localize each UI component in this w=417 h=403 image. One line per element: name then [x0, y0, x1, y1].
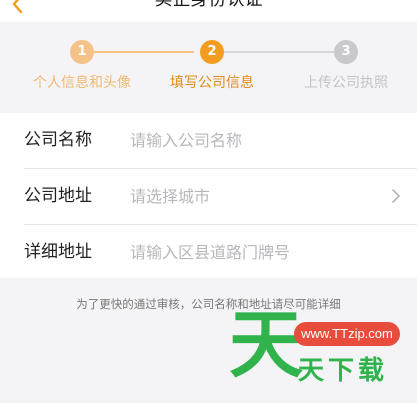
company-name-label: 公司名称: [24, 130, 92, 150]
step-2-circle: 2: [200, 40, 224, 64]
step-1-circle: 1: [70, 40, 94, 64]
step-3-label: 上传公司执照: [304, 75, 388, 91]
step-1-label: 个人信息和头像: [33, 75, 131, 91]
company-address-label: 公司地址: [24, 186, 92, 206]
progress-stepper: 1 2 3 个人信息和头像 填写公司信息 上传公司执照: [0, 22, 417, 108]
detail-address-row: 详细地址: [0, 225, 417, 280]
detail-address-input[interactable]: [130, 237, 380, 267]
top-bar: 实企身份认证: [0, 0, 417, 22]
chevron-right-icon[interactable]: [391, 188, 401, 204]
detail-address-label: 详细地址: [24, 242, 92, 262]
page-title: 实企身份认证: [0, 0, 417, 9]
step-connector-pending: [224, 51, 334, 53]
company-address-row[interactable]: 公司地址: [0, 169, 417, 224]
company-name-input[interactable]: [130, 125, 380, 155]
hint-text: 为了更快的通过审核，公司名称和地址请尽可能详细: [76, 297, 341, 311]
company-info-form: 公司名称 公司地址 详细地址: [0, 113, 417, 278]
watermark-logo: 天: [229, 302, 303, 388]
watermark-text: 天下载: [298, 356, 389, 386]
step-2-label: 填写公司信息: [170, 75, 254, 91]
step-connector-done: [94, 51, 194, 53]
company-name-row: 公司名称: [0, 113, 417, 168]
watermark-url-badge: www.TTzip.com: [294, 322, 400, 346]
city-select-field[interactable]: [130, 181, 380, 211]
step-3-circle: 3: [334, 40, 358, 64]
